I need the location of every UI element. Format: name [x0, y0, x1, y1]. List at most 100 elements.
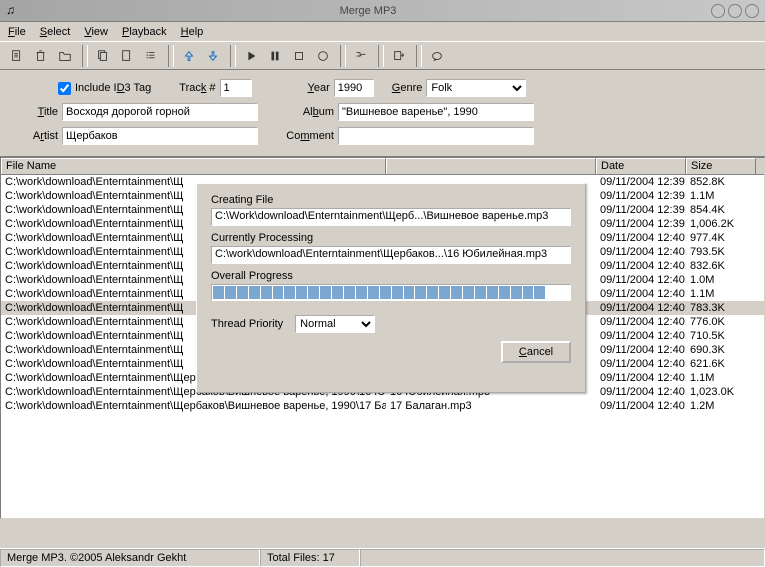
add-file-icon[interactable] — [6, 45, 28, 67]
creating-file-value: C:\Work\download\Enterntainment\Щерб...\… — [211, 208, 571, 226]
progress-label: Overall Progress — [211, 270, 571, 282]
folder-icon[interactable] — [54, 45, 76, 67]
cell-size: 1.0M — [686, 274, 756, 286]
cell-date: 09/11/2004 12:39:58 — [596, 190, 686, 202]
cell-date: 09/11/2004 12:40:04 — [596, 372, 686, 384]
play-icon[interactable] — [240, 45, 262, 67]
cell-date: 09/11/2004 12:39:58 — [596, 218, 686, 230]
priority-label: Thread Priority — [211, 318, 283, 330]
cell-size: 783.3K — [686, 302, 756, 314]
include-id3-checkbox[interactable] — [58, 82, 71, 95]
move-down-icon[interactable] — [202, 45, 224, 67]
creating-file-label: Creating File — [211, 194, 571, 206]
cell-size: 832.6K — [686, 260, 756, 272]
album-label: Album — [258, 106, 334, 118]
cell-size: 621.6K — [686, 358, 756, 370]
new-icon[interactable] — [116, 45, 138, 67]
copy-icon[interactable] — [92, 45, 114, 67]
record-icon[interactable] — [312, 45, 334, 67]
processing-label: Currently Processing — [211, 232, 571, 244]
menu-file[interactable]: File — [8, 26, 26, 38]
menu-bar: File Select View Playback Help — [0, 22, 765, 42]
cell-size: 854.4K — [686, 204, 756, 216]
col-ext[interactable] — [386, 158, 596, 174]
menu-help[interactable]: Help — [181, 26, 204, 38]
list-icon[interactable] — [140, 45, 162, 67]
cell-size: 852.8K — [686, 176, 756, 188]
cell-date: 09/11/2004 12:40:04 — [596, 400, 686, 412]
cell-size: 1.1M — [686, 288, 756, 300]
table-row[interactable]: C:\work\download\Enterntainment\Щербаков… — [1, 399, 764, 413]
cell-date: 09/11/2004 12:40:02 — [596, 344, 686, 356]
comment-label: Comment — [258, 130, 334, 142]
col-filename[interactable]: File Name — [1, 158, 386, 174]
cell-size: 977.4K — [686, 232, 756, 244]
help-icon[interactable] — [426, 45, 448, 67]
track-input[interactable] — [220, 79, 252, 97]
cell-date: 09/11/2004 12:40:02 — [596, 358, 686, 370]
cell-date: 09/11/2004 12:40:00 — [596, 246, 686, 258]
maximize-button[interactable] — [728, 4, 742, 18]
cell-size: 1,023.0K — [686, 386, 756, 398]
cell-size: 1.1M — [686, 190, 756, 202]
app-icon: ♫ — [6, 3, 22, 19]
priority-select[interactable]: Normal — [295, 315, 375, 333]
album-input[interactable] — [338, 103, 534, 121]
cell-size: 1.2M — [686, 400, 756, 412]
col-size[interactable]: Size — [686, 158, 756, 174]
status-left: Merge MP3. ©2005 Aleksandr Gekht — [0, 549, 260, 567]
year-label: Year — [308, 82, 330, 94]
processing-value: C:\work\download\Enterntainment\Щербаков… — [211, 246, 571, 264]
progress-dialog: Creating File C:\Work\download\Enterntai… — [196, 183, 586, 393]
cell-size: 1.1M — [686, 372, 756, 384]
title-input[interactable] — [62, 103, 258, 121]
cell-date: 09/11/2004 12:40:02 — [596, 316, 686, 328]
cell-date: 09/11/2004 12:39:58 — [596, 204, 686, 216]
delete-icon[interactable] — [30, 45, 52, 67]
cancel-button[interactable]: Cancel — [501, 341, 571, 363]
menu-select[interactable]: Select — [40, 26, 71, 38]
cell-date: 09/11/2004 12:40:04 — [596, 386, 686, 398]
cell-ext: 17 Балаган.mp3 — [386, 400, 596, 412]
comment-input[interactable] — [338, 127, 534, 145]
cell-size: 710.5K — [686, 330, 756, 342]
menu-playback[interactable]: Playback — [122, 26, 167, 38]
title-bar: ♫ Merge MP3 — [0, 0, 765, 22]
artist-label: Artist — [16, 130, 58, 142]
cell-size: 776.0K — [686, 316, 756, 328]
status-bar: Merge MP3. ©2005 Aleksandr Gekht Total F… — [0, 548, 765, 567]
progress-bar — [211, 284, 571, 301]
cell-size: 793.5K — [686, 246, 756, 258]
toolbar — [0, 42, 765, 70]
cell-date: 09/11/2004 12:40:02 — [596, 330, 686, 342]
window-title: Merge MP3 — [28, 5, 708, 17]
cell-date: 09/11/2004 12:40:02 — [596, 302, 686, 314]
cell-size: 690.3K — [686, 344, 756, 356]
cell-filename: C:\work\download\Enterntainment\Щербаков… — [1, 400, 386, 412]
title-label: Title — [16, 106, 58, 118]
pause-icon[interactable] — [264, 45, 286, 67]
menu-view[interactable]: View — [84, 26, 108, 38]
cell-date: 09/11/2004 12:40:00 — [596, 260, 686, 272]
artist-input[interactable] — [62, 127, 258, 145]
year-input[interactable] — [334, 79, 374, 97]
cell-date: 09/11/2004 12:40:00 — [596, 232, 686, 244]
track-label: Track # — [179, 82, 215, 94]
col-date[interactable]: Date — [596, 158, 686, 174]
list-header: File Name Date Size — [1, 158, 764, 175]
stop-icon[interactable] — [288, 45, 310, 67]
metadata-form: Include ID3 Tag Track # Year Genre Folk … — [0, 70, 765, 157]
genre-select[interactable]: Folk — [426, 79, 526, 97]
merge-icon[interactable] — [350, 45, 372, 67]
status-right: Total Files: 17 — [260, 549, 360, 567]
genre-label: Genre — [392, 82, 423, 94]
export-icon[interactable] — [388, 45, 410, 67]
cell-date: 09/11/2004 12:39:58 — [596, 176, 686, 188]
status-empty — [360, 549, 765, 567]
move-up-icon[interactable] — [178, 45, 200, 67]
include-id3-label: Include ID3 Tag — [75, 82, 151, 94]
minimize-button[interactable] — [711, 4, 725, 18]
cell-date: 09/11/2004 12:40:00 — [596, 288, 686, 300]
cell-date: 09/11/2004 12:40:00 — [596, 274, 686, 286]
close-button[interactable] — [745, 4, 759, 18]
